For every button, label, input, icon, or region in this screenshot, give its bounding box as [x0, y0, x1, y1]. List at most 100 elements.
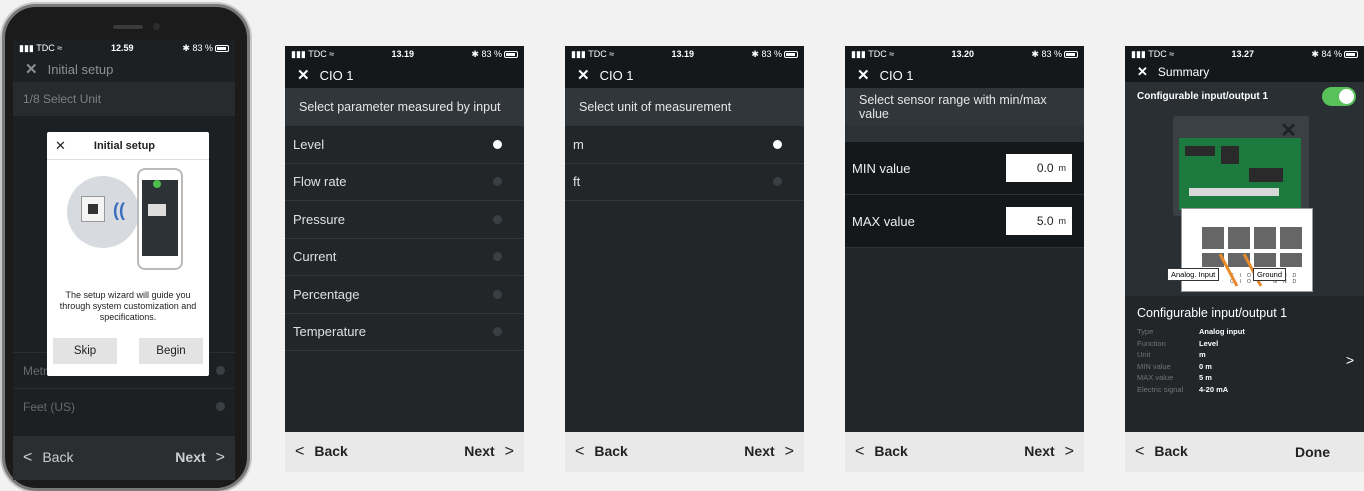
- list-item[interactable]: Current: [285, 239, 524, 276]
- back-button[interactable]: < Back: [23, 449, 73, 467]
- close-icon[interactable]: ✕: [297, 66, 310, 84]
- title-bar: ✕ CIO 1: [285, 62, 524, 88]
- list-item[interactable]: Flow rate: [285, 164, 524, 201]
- next-button[interactable]: Next >: [744, 443, 794, 461]
- close-icon[interactable]: ✕: [1137, 64, 1148, 80]
- initial-setup-dialog: ✕ Initial setup (( The setup wizard will…: [47, 132, 209, 376]
- begin-button[interactable]: Begin: [139, 338, 203, 364]
- bluetooth-icon: ✱: [182, 42, 190, 53]
- signal-icon: ▮▮▮: [291, 48, 306, 59]
- close-icon[interactable]: ✕: [857, 66, 870, 84]
- status-time: 13.27: [1231, 49, 1255, 59]
- skip-button[interactable]: Skip: [53, 338, 117, 364]
- next-button[interactable]: Next >: [175, 449, 225, 467]
- bluetooth-icon: ✱: [751, 48, 759, 59]
- wireless-signal-icon: ((: [113, 200, 125, 220]
- list-item[interactable]: Percentage: [285, 276, 524, 314]
- back-button[interactable]: < Back: [575, 443, 628, 461]
- page-title: CIO 1: [879, 67, 914, 83]
- max-value-label: MAX value: [852, 213, 915, 229]
- bottom-nav-bar: < Back Next >: [565, 432, 804, 472]
- radio-button[interactable]: [493, 214, 502, 224]
- carrier-label: TDC: [36, 42, 55, 53]
- screen-initial-setup: ▮▮▮ TDC ≈ 12.59 ✱ 83 % ✕ Initial setup 1…: [13, 40, 235, 480]
- back-button[interactable]: < Back: [1135, 443, 1188, 461]
- unit-option-feet[interactable]: Feet (US): [13, 388, 235, 424]
- option-label: Current: [293, 249, 337, 265]
- section-header: Select sensor range with min/max value: [845, 88, 1084, 126]
- toggle-label: Configurable input/output 1: [1137, 90, 1269, 102]
- summary-key: MIN value: [1137, 361, 1171, 371]
- radio-button[interactable]: [493, 252, 502, 262]
- summary-row: Electric signal 4-20 mA: [1137, 384, 1352, 396]
- wifi-icon: ≈: [1169, 48, 1175, 59]
- close-icon[interactable]: ✕: [55, 138, 66, 154]
- battery-icon: [1064, 50, 1078, 58]
- summary-value: 0 m: [1199, 361, 1212, 371]
- back-button[interactable]: < Back: [295, 443, 348, 461]
- list-item[interactable]: Temperature: [285, 314, 524, 351]
- close-icon[interactable]: ✕: [577, 66, 590, 84]
- close-icon[interactable]: ✕: [25, 60, 38, 78]
- next-button[interactable]: Next >: [1024, 443, 1074, 461]
- list-item[interactable]: Pressure: [285, 201, 524, 239]
- max-value-input[interactable]: 5.0 m: [1006, 207, 1072, 235]
- radio-button[interactable]: [493, 327, 502, 337]
- wifi-icon: ≈: [609, 48, 615, 59]
- bluetooth-icon: ✱: [1031, 48, 1039, 59]
- status-time: 13.19: [391, 49, 415, 59]
- summary-value: 4-20 mA: [1199, 384, 1229, 394]
- title-bar: ✕ Summary: [1125, 62, 1364, 82]
- option-label: Flow rate: [293, 174, 347, 190]
- step-header: 1/8 Select Unit: [13, 82, 235, 116]
- radio-button[interactable]: [493, 289, 502, 299]
- radio-button[interactable]: [493, 177, 502, 187]
- radio-button[interactable]: [493, 139, 502, 149]
- radio-button[interactable]: [773, 177, 782, 187]
- battery-icon: [504, 50, 518, 58]
- title-bar: ✕ CIO 1: [845, 62, 1084, 88]
- next-button[interactable]: Next >: [464, 443, 514, 461]
- chevron-right-icon: >: [784, 443, 794, 460]
- option-label: Feet (US): [23, 399, 76, 414]
- dialog-title: Initial setup: [93, 139, 156, 152]
- status-time: 12.59: [111, 43, 134, 53]
- status-bar: ▮▮▮ TDC ≈ 13.27 ✱ 84 %: [1125, 46, 1364, 62]
- chevron-left-icon: <: [295, 443, 305, 460]
- list-item[interactable]: ft: [565, 164, 804, 201]
- bluetooth-icon: ✱: [1311, 48, 1319, 59]
- page-title: Summary: [1157, 65, 1210, 79]
- chevron-left-icon: <: [575, 443, 585, 460]
- summary-key: Function: [1137, 338, 1166, 348]
- summary-value: Analog input: [1199, 327, 1245, 336]
- option-label: Percentage: [293, 286, 360, 302]
- option-label: Level: [293, 136, 325, 152]
- bottom-nav-bar: < Back Next >: [285, 432, 524, 472]
- back-button[interactable]: < Back: [855, 443, 908, 461]
- list-item[interactable]: Level: [285, 126, 524, 164]
- summary-row: Unit m: [1137, 349, 1352, 361]
- status-bar: ▮▮▮ TDC ≈ 13.19 ✱ 83 %: [285, 46, 524, 62]
- page-title: CIO 1: [599, 67, 634, 83]
- min-value-input[interactable]: 0.0 m: [1006, 154, 1072, 182]
- chevron-left-icon: <: [855, 443, 865, 460]
- option-label: m: [573, 136, 584, 152]
- dialog-header: ✕ Initial setup: [47, 132, 209, 160]
- title-bar: ✕ CIO 1: [565, 62, 804, 88]
- bluetooth-icon: ✱: [471, 48, 479, 59]
- enable-toggle[interactable]: [1322, 86, 1356, 106]
- radio-button[interactable]: [773, 139, 782, 149]
- radio-button[interactable]: [216, 366, 225, 375]
- ground-callout: Ground: [1253, 268, 1287, 281]
- chevron-right-icon: >: [1345, 352, 1354, 368]
- radio-button[interactable]: [216, 402, 225, 411]
- summary-value: 5 m: [1199, 373, 1212, 382]
- summary-details[interactable]: Configurable input/output 1 Type Analog i…: [1125, 296, 1364, 436]
- done-button[interactable]: Done: [1295, 444, 1330, 460]
- dialog-text: The setup wizard will guide you through …: [59, 290, 197, 322]
- list-item[interactable]: m: [565, 126, 804, 164]
- screen-sensor-range: ▮▮▮ TDC ≈ 13.20 ✱ 83 % ✕ CIO 1 Select se…: [845, 46, 1084, 472]
- chevron-right-icon: >: [1064, 443, 1074, 460]
- battery-icon: [215, 44, 229, 52]
- signal-icon: ▮▮▮: [851, 48, 866, 59]
